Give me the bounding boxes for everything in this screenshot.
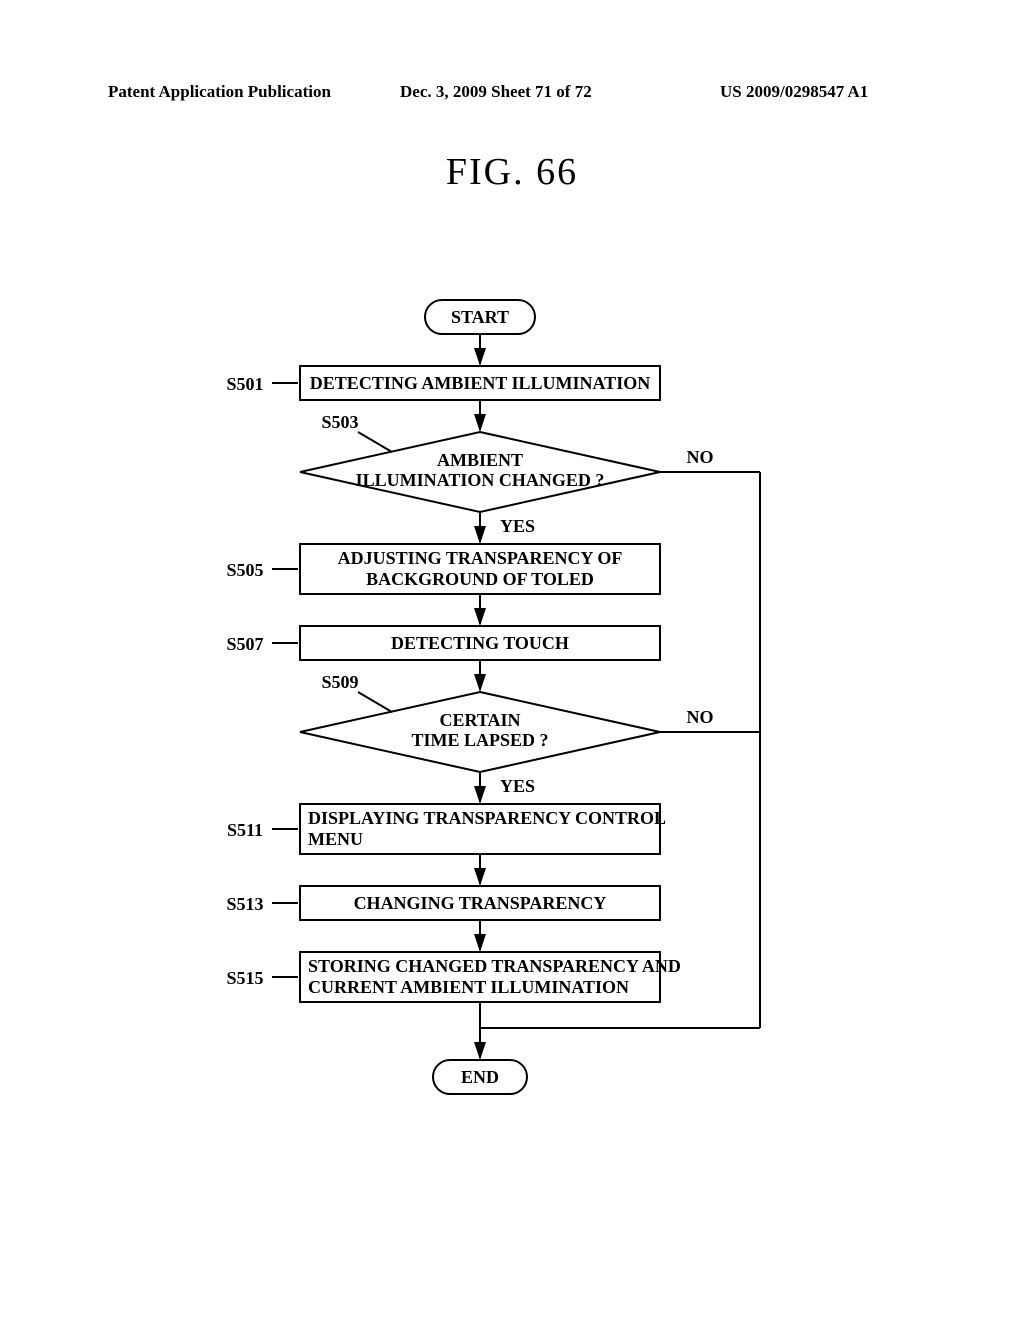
s513-label: S513	[226, 894, 263, 914]
svg-text:STORING CHANGED TRANSPARENCY A: STORING CHANGED TRANSPARENCY AND	[308, 956, 681, 976]
no-label: NO	[687, 707, 714, 727]
s505-box: ADJUSTING TRANSPARENCY OF BACKGROUND OF …	[300, 544, 660, 594]
svg-text:ADJUSTING TRANSPARENCY OF: ADJUSTING TRANSPARENCY OF	[338, 548, 623, 568]
svg-text:TIME LAPSED ?: TIME LAPSED ?	[411, 730, 548, 750]
header-left: Patent Application Publication	[108, 82, 331, 102]
end-node: END	[433, 1060, 527, 1094]
yes-label: YES	[500, 776, 535, 796]
svg-text:DISPLAYING TRANSPARENCY CONTRO: DISPLAYING TRANSPARENCY CONTROL	[308, 808, 666, 828]
header-right: US 2009/0298547 A1	[720, 82, 868, 102]
leader	[358, 432, 392, 452]
s513-box: CHANGING TRANSPARENCY	[300, 886, 660, 920]
start-node: START	[425, 300, 535, 334]
s501-box: DETECTING AMBIENT ILLUMINATION	[300, 366, 660, 400]
s515-label: S515	[226, 968, 263, 988]
svg-text:MENU: MENU	[308, 829, 363, 849]
s511-label: S511	[227, 820, 263, 840]
s503-label: S503	[321, 412, 358, 432]
s515-box: STORING CHANGED TRANSPARENCY AND CURRENT…	[300, 952, 681, 1002]
svg-text:START: START	[451, 307, 509, 327]
svg-text:CURRENT AMBIENT ILLUMINATION: CURRENT AMBIENT ILLUMINATION	[308, 977, 629, 997]
no-label: NO	[687, 447, 714, 467]
svg-text:BACKGROUND OF TOLED: BACKGROUND OF TOLED	[366, 569, 594, 589]
s509-diamond: CERTAIN TIME LAPSED ?	[300, 692, 660, 772]
svg-text:DETECTING TOUCH: DETECTING TOUCH	[391, 633, 569, 653]
svg-text:DETECTING AMBIENT ILLUMINATION: DETECTING AMBIENT ILLUMINATION	[310, 373, 650, 393]
svg-text:CERTAIN: CERTAIN	[439, 710, 520, 730]
leader	[358, 692, 392, 712]
patent-page: Patent Application Publication Dec. 3, 2…	[0, 0, 1024, 1320]
svg-text:END: END	[461, 1067, 499, 1087]
s511-box: DISPLAYING TRANSPARENCY CONTROL MENU	[300, 804, 666, 854]
s507-label: S507	[226, 634, 263, 654]
svg-text:ILLUMINATION CHANGED ?: ILLUMINATION CHANGED ?	[356, 470, 605, 490]
svg-text:AMBIENT: AMBIENT	[437, 450, 523, 470]
header-mid: Dec. 3, 2009 Sheet 71 of 72	[400, 82, 592, 102]
s509-label: S509	[321, 672, 358, 692]
s507-box: DETECTING TOUCH	[300, 626, 660, 660]
s505-label: S505	[226, 560, 263, 580]
yes-label: YES	[500, 516, 535, 536]
figure-title: FIG. 66	[0, 150, 1024, 194]
svg-text:CHANGING TRANSPARENCY: CHANGING TRANSPARENCY	[354, 893, 607, 913]
flowchart: START DETECTING AMBIENT ILLUMINATION S50…	[200, 280, 900, 1245]
s501-label: S501	[226, 374, 263, 394]
s503-diamond: AMBIENT ILLUMINATION CHANGED ?	[300, 432, 660, 512]
